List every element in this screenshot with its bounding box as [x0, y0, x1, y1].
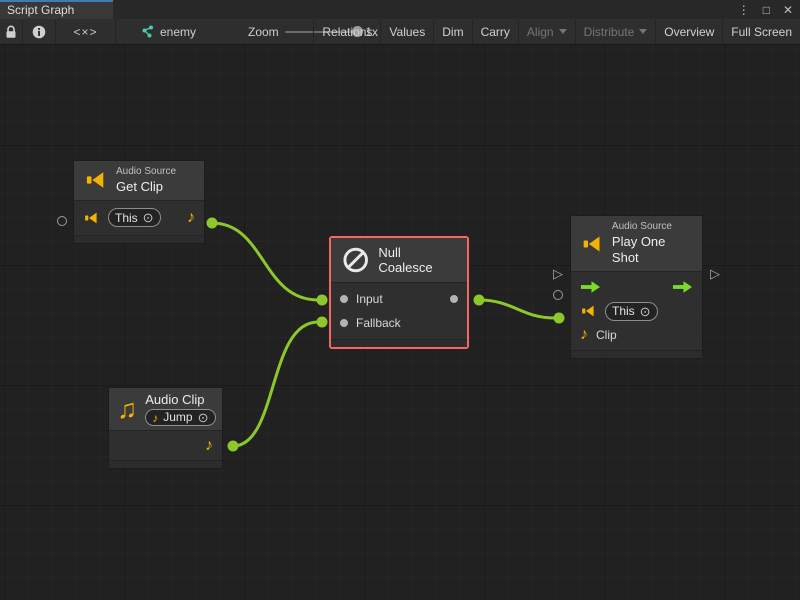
node-audio-clip[interactable]: ♫ Audio Clip ♪ Jump ⊙ ♪ [108, 387, 223, 469]
flow-in-arrow-icon[interactable] [580, 281, 601, 293]
this-row: This ⊙ [571, 299, 702, 323]
input-port[interactable] [340, 295, 348, 303]
code-preview-button[interactable]: <×> [56, 19, 116, 44]
flow-input-port[interactable]: ▷ [553, 267, 563, 280]
wire-endpoint[interactable] [474, 295, 485, 306]
clip-port-icon[interactable]: ♪ [580, 327, 588, 343]
node-footer [571, 350, 702, 358]
flow-output-port[interactable]: ▷ [710, 267, 720, 280]
tab-strip: Script Graph ⋮ □ ✕ [0, 0, 800, 19]
triangle-port-icon: ▷ [553, 267, 563, 280]
info-icon [32, 25, 46, 39]
info-button[interactable] [23, 19, 56, 44]
node-title: Audio Clip [145, 392, 215, 408]
values-button[interactable]: Values [380, 19, 433, 44]
toolbar-buttons: Relations Values Dim Carry Align Distrib… [313, 19, 800, 44]
audio-clip-port-icon[interactable]: ♪ [187, 210, 195, 226]
node-title: Null Coalesce [378, 245, 457, 275]
wire-endpoint[interactable] [317, 295, 328, 306]
graph-icon [140, 25, 154, 38]
connection-wire[interactable] [212, 223, 318, 300]
relations-button[interactable]: Relations [313, 19, 380, 44]
zoom-label: Zoom [248, 25, 279, 39]
node-null-coalesce[interactable]: Null Coalesce Input Fallback [329, 236, 469, 349]
node-category: Audio Source [116, 166, 176, 179]
control-flow-row [571, 275, 702, 299]
clip-row: ♪ Clip [571, 323, 702, 347]
music-note-icon: ♪ [152, 412, 158, 424]
audio-clip-icon: ♫ [117, 396, 137, 423]
target-input-port[interactable] [553, 290, 563, 300]
node-footer [74, 235, 204, 243]
clip-port-label: Clip [596, 328, 617, 342]
graph-name-label: enemy [160, 25, 196, 39]
chevron-down-icon [639, 29, 647, 34]
code-icon: <×> [73, 25, 97, 39]
node-title: Get Clip [116, 179, 176, 195]
triangle-port-icon: ▷ [710, 267, 720, 280]
object-picker-icon[interactable]: ⊙ [143, 211, 154, 224]
this-object-field[interactable]: This ⊙ [108, 208, 161, 227]
close-icon[interactable]: ✕ [783, 3, 793, 17]
audio-source-icon [581, 234, 604, 254]
chevron-down-icon [559, 29, 567, 34]
fallback-port-label: Fallback [356, 316, 401, 330]
audio-source-icon [84, 170, 108, 190]
graph-toolbar: <×> enemy Zoom 1x Relations Values Dim C… [0, 19, 800, 45]
lock-icon [5, 25, 17, 39]
audio-source-icon [83, 211, 100, 225]
node-title: Play One Shot [612, 234, 692, 267]
null-coalesce-icon [341, 245, 370, 275]
result-output-port[interactable] [450, 295, 458, 303]
node-footer [331, 339, 467, 347]
node-header: Audio Source Get Clip [74, 161, 204, 201]
input-port-row: Input [331, 287, 467, 311]
lock-button[interactable] [0, 19, 23, 44]
node-play-one-shot[interactable]: Audio Source Play One Shot This ⊙ [570, 215, 703, 359]
maximize-icon[interactable]: □ [763, 3, 770, 17]
distribute-button: Distribute [575, 19, 656, 44]
window-controls: ⋮ □ ✕ [738, 0, 793, 19]
align-button: Align [518, 19, 575, 44]
node-get-clip[interactable]: Audio Source Get Clip This ⊙ ♪ [73, 160, 205, 244]
connection-wire[interactable] [233, 322, 318, 446]
audio-source-icon [580, 304, 597, 318]
fallback-port[interactable] [340, 319, 348, 327]
full-screen-button[interactable]: Full Screen [722, 19, 800, 44]
object-picker-icon[interactable]: ⊙ [198, 411, 209, 424]
audio-clip-object-field[interactable]: ♪ Jump ⊙ [145, 409, 215, 426]
fallback-port-row: Fallback [331, 311, 467, 335]
dim-button[interactable]: Dim [433, 19, 471, 44]
node-header: ♫ Audio Clip ♪ Jump ⊙ [109, 388, 222, 431]
connection-wire[interactable] [479, 300, 556, 318]
carry-button[interactable]: Carry [472, 19, 518, 44]
wire-endpoint[interactable] [207, 218, 218, 229]
tab-title: Script Graph [7, 3, 74, 17]
flow-out-arrow-icon[interactable] [672, 281, 693, 293]
input-port-label: Input [356, 292, 383, 306]
node-category: Audio Source [612, 221, 692, 234]
port-circle-icon [553, 290, 563, 300]
node-footer [109, 460, 222, 468]
wire-endpoint[interactable] [228, 441, 239, 452]
port-circle-icon [57, 216, 67, 226]
wire-endpoint[interactable] [554, 313, 565, 324]
tab-script-graph[interactable]: Script Graph [0, 0, 113, 19]
graph-breadcrumb[interactable]: enemy [136, 19, 208, 44]
target-input-port[interactable] [57, 216, 67, 226]
wire-endpoint[interactable] [317, 317, 328, 328]
menu-icon[interactable]: ⋮ [738, 3, 750, 17]
audio-clip-output-port-icon[interactable]: ♪ [205, 438, 213, 454]
overview-button[interactable]: Overview [655, 19, 722, 44]
node-header: Null Coalesce [331, 238, 467, 283]
this-object-field[interactable]: This ⊙ [605, 302, 658, 321]
graph-canvas[interactable]: Audio Source Get Clip This ⊙ ♪ [0, 45, 800, 600]
node-header: Audio Source Play One Shot [571, 216, 702, 272]
object-picker-icon[interactable]: ⊙ [640, 305, 651, 318]
